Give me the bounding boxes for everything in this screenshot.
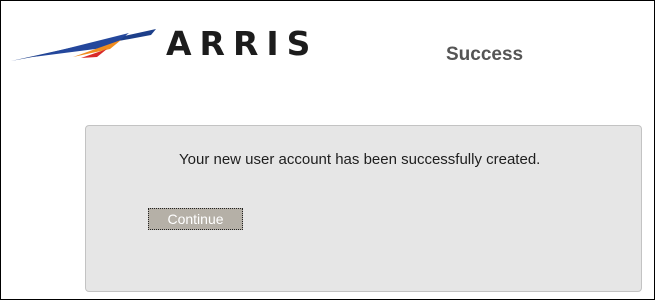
arris-swoosh-icon	[11, 29, 156, 61]
logo-wordmark: ARRIS	[166, 24, 319, 63]
success-message: Your new user account has been successfu…	[179, 151, 541, 168]
message-panel: Your new user account has been successfu…	[85, 125, 642, 292]
continue-button[interactable]: Continue	[148, 208, 243, 230]
page-title: Success	[446, 44, 524, 65]
arris-logo: ARRIS	[11, 23, 351, 71]
page-frame: ARRIS Success Your new user account has …	[0, 0, 655, 300]
